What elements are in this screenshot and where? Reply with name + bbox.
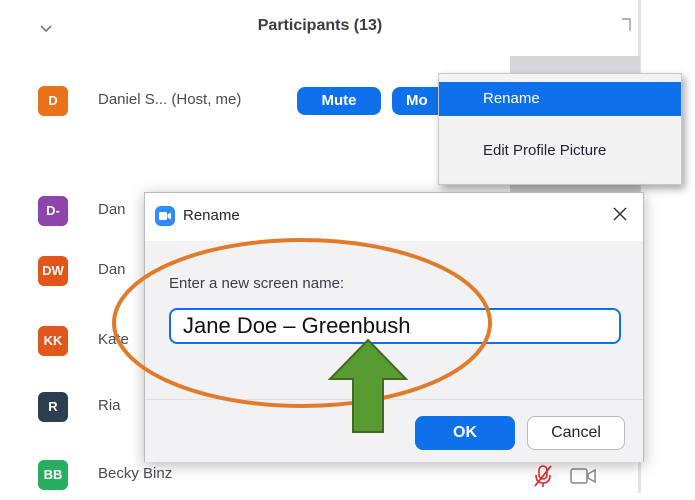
avatar: D	[38, 86, 68, 116]
dialog-footer: OK Cancel	[145, 399, 643, 462]
mute-button[interactable]: Mute	[297, 87, 381, 115]
avatar: BB	[38, 460, 68, 490]
video-camera-icon[interactable]	[570, 467, 596, 485]
screen-name-input[interactable]	[169, 308, 621, 344]
ok-button[interactable]: OK	[415, 416, 515, 450]
menu-item-rename[interactable]: Rename	[439, 82, 681, 116]
participant-name: Daniel S... (Host, me)	[98, 91, 242, 108]
zoom-logo-icon	[155, 206, 175, 226]
dialog-title: Rename	[183, 207, 240, 224]
pop-out-icon[interactable]	[620, 16, 632, 34]
cancel-button[interactable]: Cancel	[527, 416, 625, 450]
participant-name: Dan	[98, 201, 126, 218]
close-icon[interactable]	[611, 205, 629, 223]
dialog-body: Enter a new screen name:	[145, 241, 643, 399]
row-icons	[532, 464, 602, 488]
rename-dialog: Rename Enter a new screen name: OK Cance…	[144, 192, 644, 462]
panel-header: Participants (13)	[0, 0, 640, 56]
avatar: KK	[38, 326, 68, 356]
panel-title: Participants (13)	[257, 17, 383, 34]
screen-name-label: Enter a new screen name:	[169, 275, 345, 292]
avatar: DW	[38, 256, 68, 286]
participant-name: Dan	[98, 261, 126, 278]
mic-muted-icon[interactable]	[532, 464, 554, 488]
more-context-menu: Rename Edit Profile Picture	[438, 73, 682, 185]
menu-item-edit-profile-picture[interactable]: Edit Profile Picture	[439, 134, 681, 168]
avatar: R	[38, 392, 68, 422]
participant-name: Becky Binz	[98, 465, 173, 482]
participant-name: Ria	[98, 397, 121, 414]
participant-name: Kate	[98, 331, 129, 348]
avatar: D-	[38, 196, 68, 226]
